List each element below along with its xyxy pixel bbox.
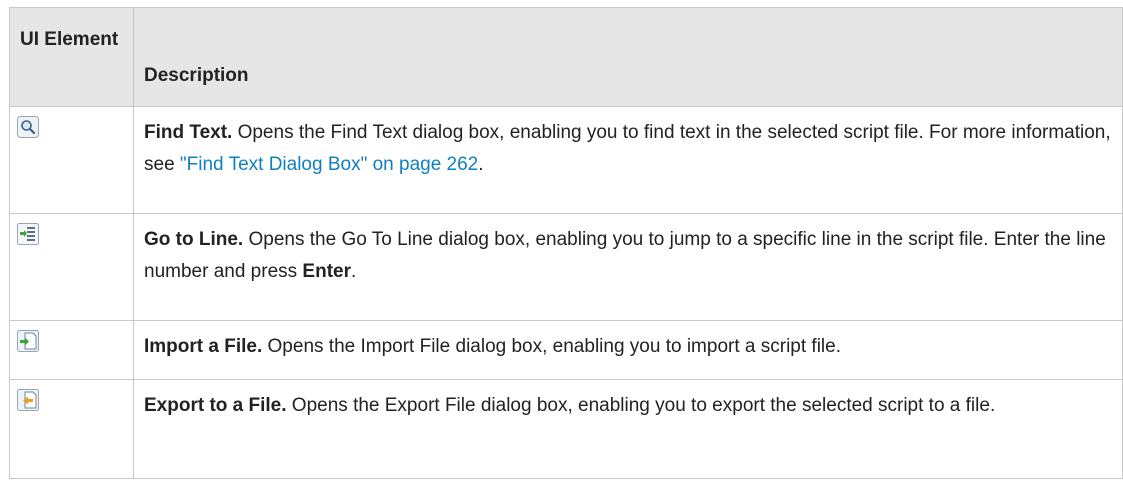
table-row: Find Text. Opens the Find Text dialog bo… xyxy=(9,106,1123,214)
row-title: Import a File. xyxy=(144,336,263,357)
table-row: Import a File. Opens the Import File dia… xyxy=(9,320,1123,380)
icon-cell xyxy=(9,320,134,380)
row-text: Opens the Import File dialog box, enabli… xyxy=(262,336,841,357)
row-text: Opens the Export File dialog box, enabli… xyxy=(286,395,996,416)
ui-elements-table: UI Element Description Find Text. Opens … xyxy=(9,7,1123,479)
row-text-end: . xyxy=(351,261,357,282)
row-title: Go to Line. xyxy=(144,229,244,250)
go-to-line-icon xyxy=(17,223,39,245)
export-file-icon xyxy=(17,389,39,411)
find-text-icon xyxy=(17,116,39,138)
row-text: Opens the Go To Line dialog box, enablin… xyxy=(144,229,1106,282)
row-title: Find Text. xyxy=(144,122,233,143)
header-description: Description xyxy=(133,7,1123,107)
icon-cell xyxy=(9,106,134,214)
import-file-icon xyxy=(17,330,39,352)
table-row: Export to a File. Opens the Export File … xyxy=(9,379,1123,479)
find-text-dialog-link[interactable]: "Find Text Dialog Box" on page 262 xyxy=(180,154,478,175)
enter-key-label: Enter xyxy=(302,261,351,282)
table-row: Go to Line. Opens the Go To Line dialog … xyxy=(9,213,1123,321)
description-cell: Go to Line. Opens the Go To Line dialog … xyxy=(133,213,1123,321)
description-cell: Import a File. Opens the Import File dia… xyxy=(133,320,1123,380)
icon-cell xyxy=(9,213,134,321)
row-text-end: . xyxy=(478,154,484,175)
header-ui-element: UI Element xyxy=(9,7,134,107)
table-header-row: UI Element Description xyxy=(9,7,1123,107)
description-cell: Find Text. Opens the Find Text dialog bo… xyxy=(133,106,1123,214)
icon-cell xyxy=(9,379,134,479)
description-cell: Export to a File. Opens the Export File … xyxy=(133,379,1123,479)
row-title: Export to a File. xyxy=(144,395,287,416)
